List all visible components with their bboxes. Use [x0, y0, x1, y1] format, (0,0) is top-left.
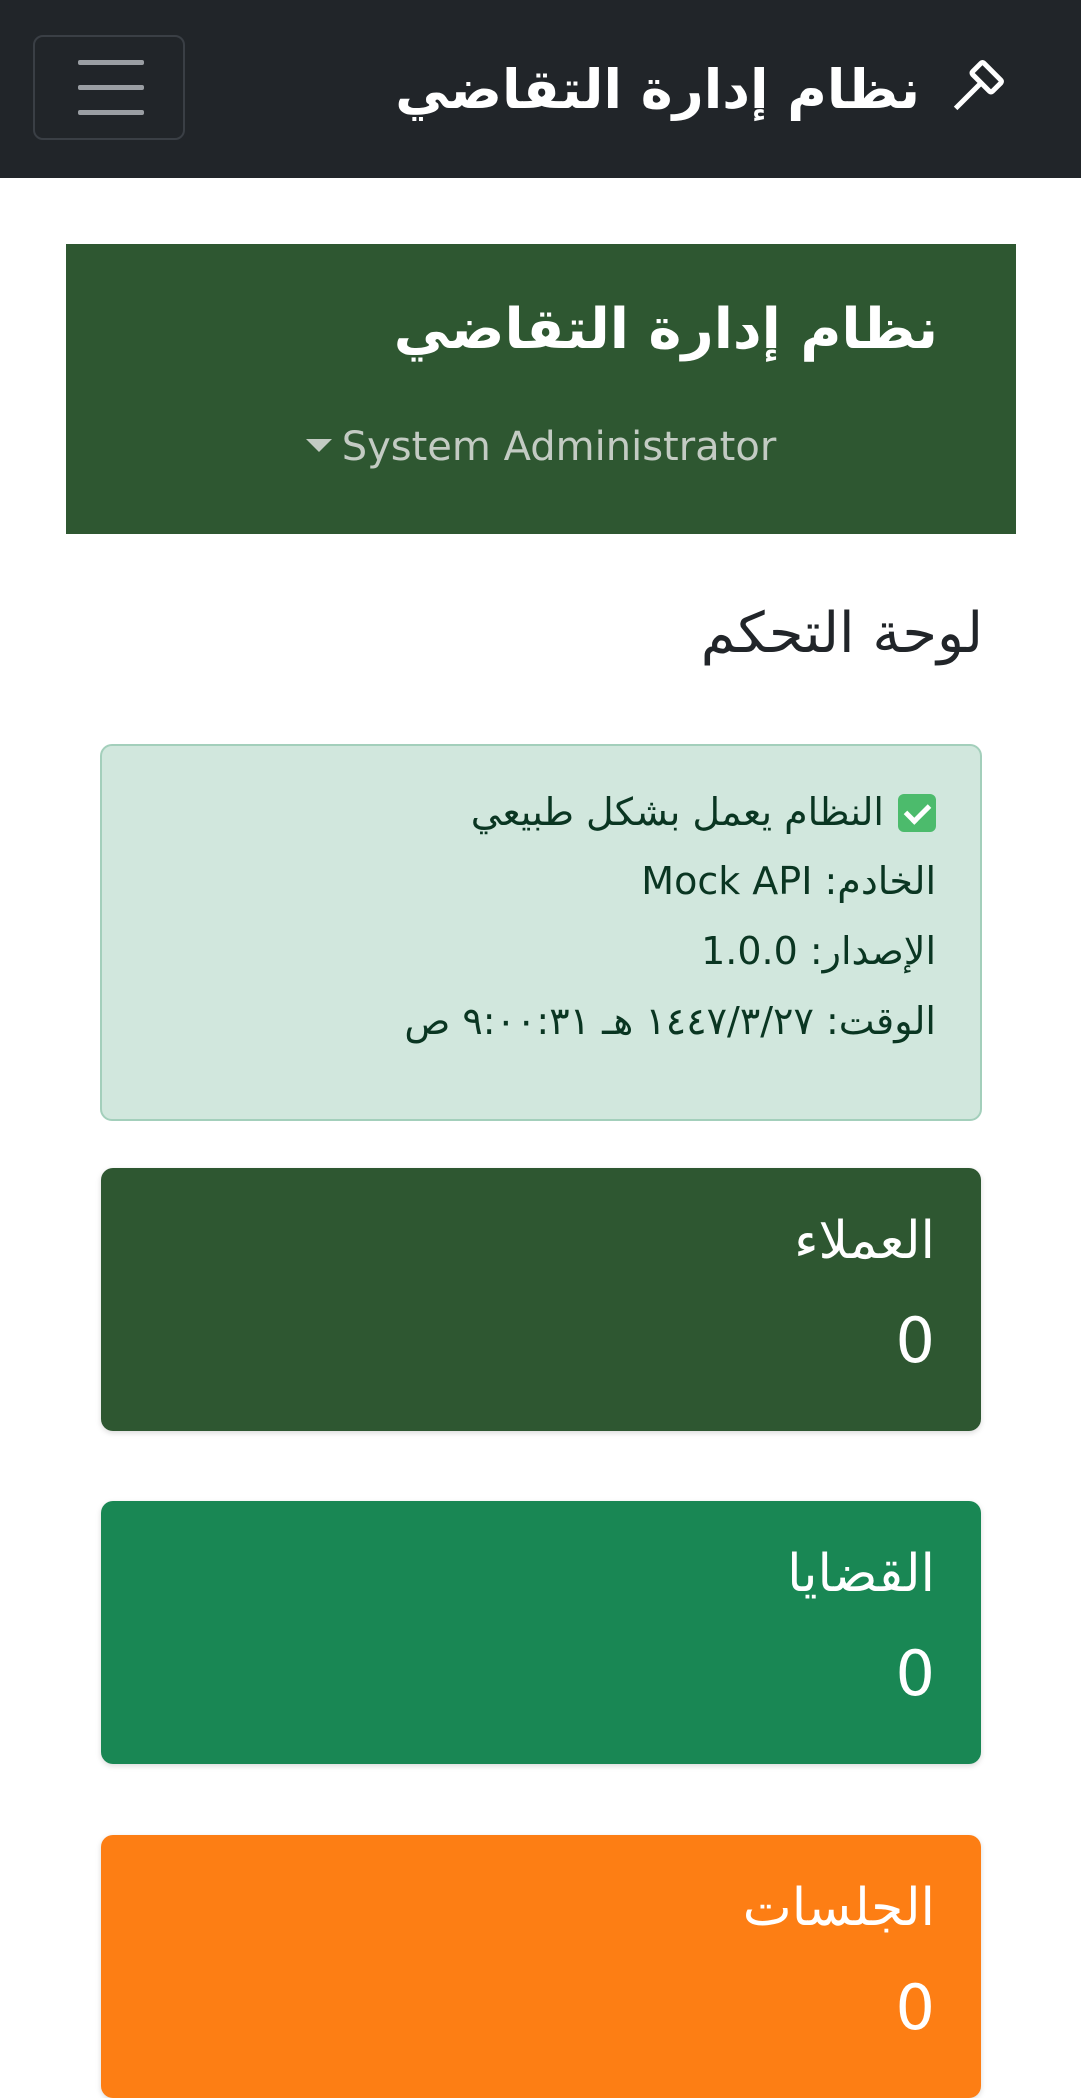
version-info: الإصدار: 1.0.0: [701, 929, 936, 973]
sidebar-header: نظام إدارة التقاضي System Administrator: [66, 244, 1016, 534]
caret-down-icon: [305, 438, 332, 452]
status-message: النظام يعمل بشكل طبيعي: [470, 790, 884, 834]
gavel-icon: [942, 58, 1006, 122]
sessions-stat-card[interactable]: الجلسات 0: [101, 1835, 981, 2098]
stat-value: 0: [895, 1637, 935, 1710]
cases-stat-card[interactable]: القضايا 0: [101, 1501, 981, 1764]
user-name: System Administrator: [341, 424, 777, 470]
top-navbar: نظام إدارة التقاضي: [0, 0, 1081, 178]
hamburger-menu-icon: [78, 60, 144, 65]
sidebar-title: نظام إدارة التقاضي: [393, 297, 938, 362]
status-message-line: النظام يعمل بشكل طبيعي: [471, 790, 936, 836]
menu-toggle-button[interactable]: [33, 35, 185, 140]
stat-value: 0: [895, 1304, 935, 1377]
server-info: الخادم: Mock API: [641, 859, 936, 903]
stat-label: الجلسات: [742, 1878, 935, 1938]
navbar-brand-text: نظام إدارة التقاضي: [395, 58, 920, 121]
stat-value: 0: [895, 1971, 935, 2044]
time-info: الوقت: ١٤٤٧/٣/٢٧ هـ ٩:٠٠:٣١ ص: [404, 999, 936, 1043]
stat-label: العملاء: [794, 1211, 935, 1271]
page-title: لوحة التحكم: [700, 601, 983, 666]
clients-stat-card[interactable]: العملاء 0: [101, 1168, 981, 1431]
navbar-brand[interactable]: نظام إدارة التقاضي: [395, 50, 1006, 130]
system-status-alert: النظام يعمل بشكل طبيعي الخادم: Mock API …: [100, 744, 982, 1121]
stat-label: القضايا: [787, 1544, 935, 1604]
hamburger-bar: [78, 85, 144, 90]
user-dropdown[interactable]: System Administrator: [66, 424, 1016, 470]
hamburger-bar: [78, 110, 144, 115]
check-mark-icon: [898, 793, 936, 832]
